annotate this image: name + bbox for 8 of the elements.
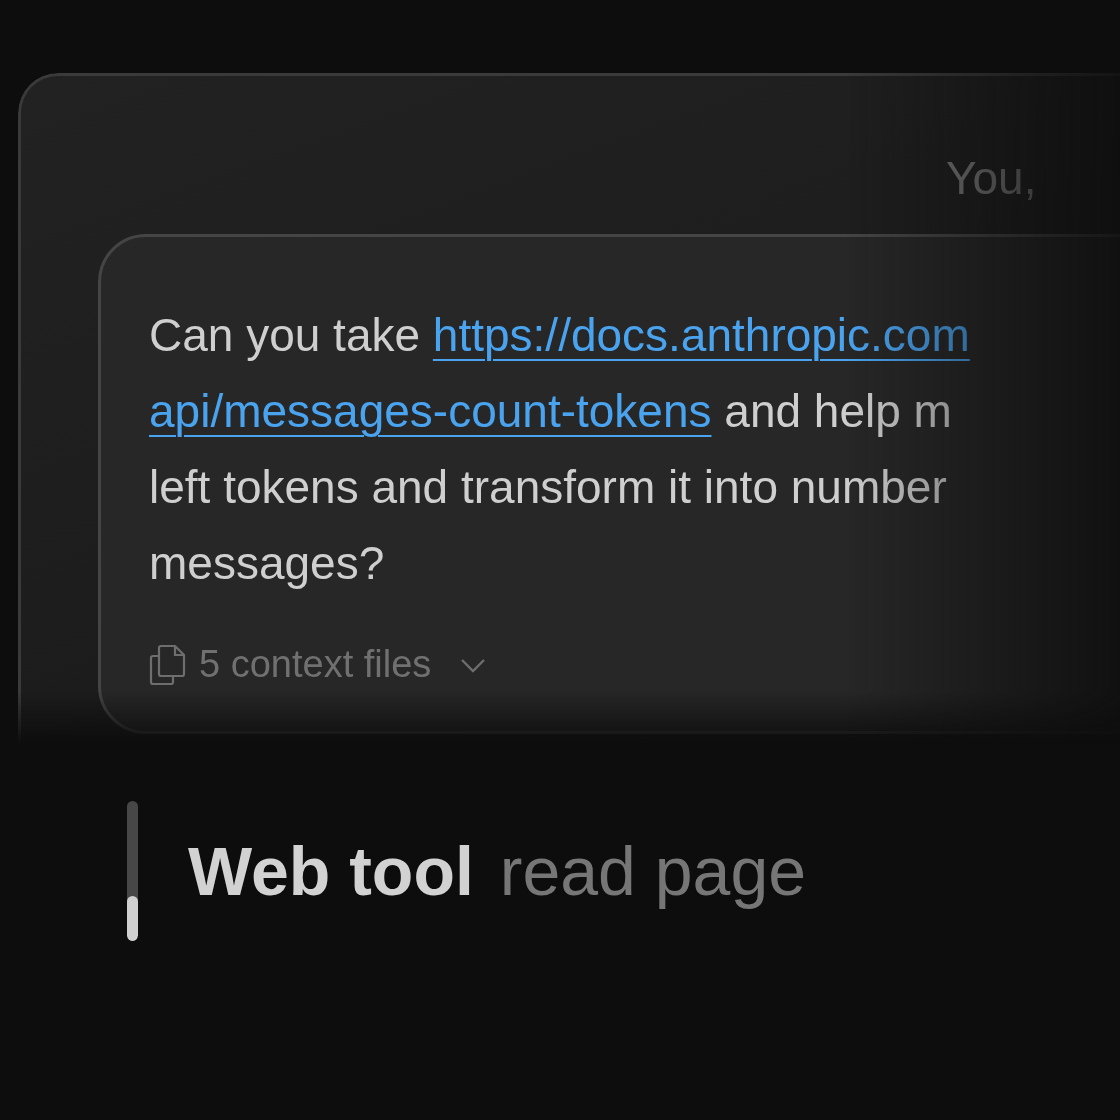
- context-files-toggle[interactable]: 5 context files: [149, 643, 488, 686]
- message-author: You,: [946, 151, 1038, 206]
- link[interactable]: https://docs.anthropic.com: [432, 309, 970, 361]
- message-text: Can you take https://docs.anthropic.com api/messages-count-tokens and help m left tokens and transform it into number messages?: [149, 308, 971, 591]
- tool-name: Web tool: [188, 832, 474, 910]
- tool-action: read page: [499, 832, 807, 910]
- link[interactable]: api/messages-count-tokens: [149, 385, 712, 437]
- files-icon: [149, 643, 187, 686]
